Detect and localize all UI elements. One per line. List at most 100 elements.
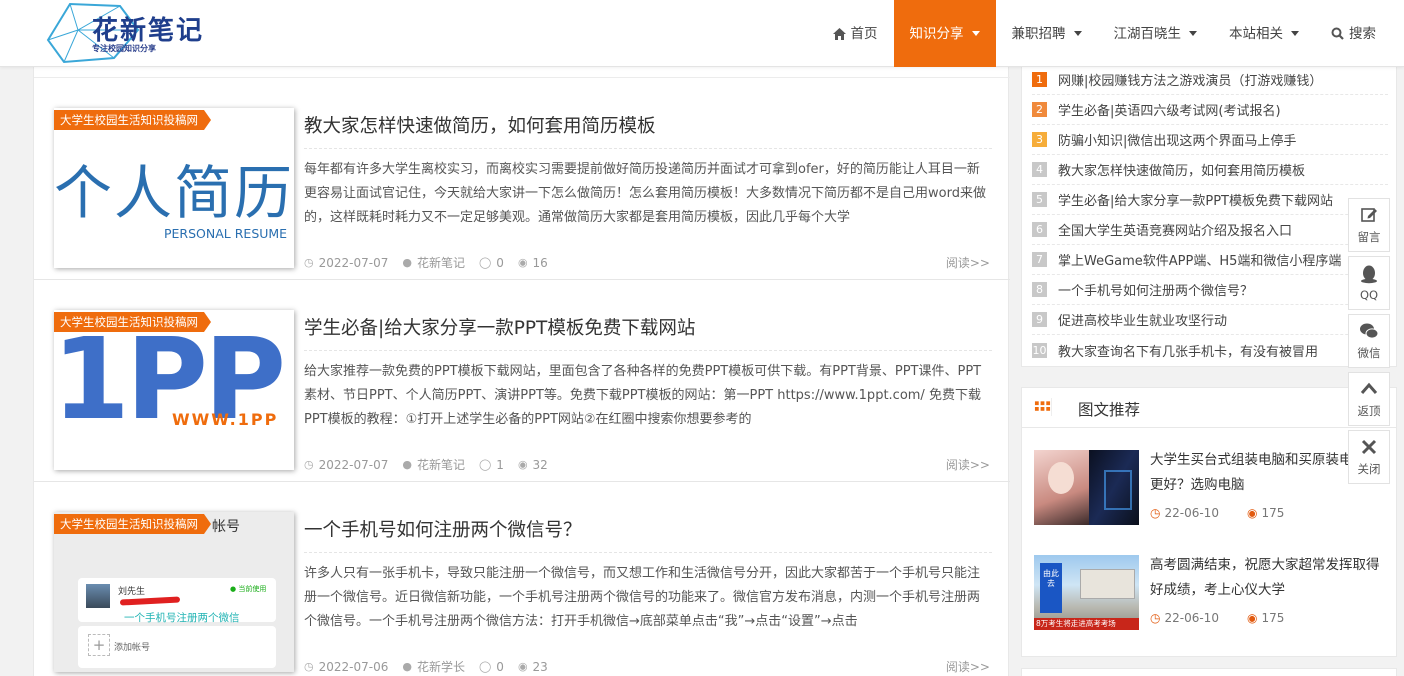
- rank-number: 8: [1032, 282, 1047, 297]
- recommend-item[interactable]: 大学生买台式组装电脑和买原装电脑谁更好？选购电脑 ◷ 22-06-10 ◉ 175: [1034, 450, 1386, 540]
- ranking-item[interactable]: 9 促进高校毕业生就业攻坚行动: [1032, 305, 1388, 335]
- float-close-button[interactable]: 关闭: [1348, 430, 1390, 484]
- rank-title[interactable]: 网赚|校园赚钱方法之游戏演员（打游戏赚钱）: [1058, 70, 1322, 89]
- divider: [304, 350, 992, 351]
- clock-icon: ◷: [304, 660, 314, 673]
- float-top-button[interactable]: 返顶: [1348, 372, 1390, 426]
- nav-home[interactable]: 首页: [817, 0, 894, 67]
- rank-title[interactable]: 学生必备|英语四六级考试网(考试报名): [1058, 100, 1281, 119]
- recommend-image[interactable]: 由此去 8万考生将走进高考考场: [1034, 555, 1139, 630]
- nav-jobs-label: 兼职招聘: [1011, 25, 1066, 42]
- nav-about[interactable]: 本站相关: [1213, 0, 1315, 67]
- read-more-link[interactable]: 阅读>>: [946, 254, 990, 271]
- post-meta: ◷ 2022-07-07 ● 花新笔记 ◯ 0 ◉ 16: [304, 254, 562, 271]
- ranking-item[interactable]: 7 掌上WeGame软件APP端、H5端和微信小程序端: [1032, 245, 1388, 275]
- recommend-views: 175: [1261, 611, 1285, 625]
- eye-icon: ◉: [517, 660, 528, 673]
- rank-number: 2: [1032, 102, 1047, 117]
- thumb-current-badge: ● 当前使用: [230, 585, 267, 593]
- logo-title: 花新笔记: [92, 16, 205, 46]
- ranking-item[interactable]: 5 学生必备|给大家分享一款PPT模板免费下载网站: [1032, 185, 1388, 215]
- float-close-label: 关闭: [1357, 462, 1381, 476]
- float-top-label: 返顶: [1357, 404, 1381, 418]
- category-tag[interactable]: 大学生校园生活知识投稿网: [54, 514, 211, 534]
- ranking-item[interactable]: 2 学生必备|英语四六级考试网(考试报名): [1032, 95, 1388, 125]
- float-message-button[interactable]: 留言: [1348, 198, 1390, 252]
- sidebar-widget: [1021, 668, 1397, 676]
- nav-search[interactable]: 搜索: [1315, 0, 1392, 67]
- rank-title[interactable]: 学生必备|给大家分享一款PPT模板免费下载网站: [1058, 190, 1333, 209]
- caret-down-icon: [971, 31, 980, 36]
- rank-number: 3: [1032, 132, 1047, 147]
- rank-number: 9: [1032, 312, 1047, 327]
- thumb-user-name: 刘先生: [118, 587, 146, 597]
- post-comments: 0: [496, 255, 504, 270]
- photo-glow: [1104, 470, 1132, 510]
- clock-icon: ◷: [304, 458, 314, 471]
- wechat-icon: [1360, 323, 1379, 339]
- photo-building: [1080, 569, 1135, 599]
- main-nav: 首页 知识分享 兼职招聘 江湖百晓生 本站相关 搜索: [817, 0, 1393, 67]
- clock-icon: ◷: [304, 256, 314, 269]
- post-comments: 0: [496, 659, 504, 674]
- rank-title[interactable]: 教大家怎样快速做简历，如何套用简历模板: [1058, 160, 1305, 179]
- eye-icon: ◉: [1246, 506, 1258, 520]
- post-thumbnail[interactable]: 大学生校园生活知识投稿网 个人简历 PERSONAL RESUME: [54, 108, 294, 268]
- post-thumbnail[interactable]: 大学生校园生活知识投稿网 帐号 刘先生 ● 当前使用 一个手机号注册两个微信 +…: [54, 512, 294, 672]
- eye-icon: ◉: [517, 458, 528, 471]
- post-title[interactable]: 学生必备|给大家分享一款PPT模板免费下载网站: [304, 314, 695, 340]
- read-more-link[interactable]: 阅读>>: [946, 658, 990, 675]
- recommend-item[interactable]: 由此去 8万考生将走进高考考场 高考圆满结束，祝愿大家超常发挥取得好成绩，考上心…: [1034, 555, 1386, 645]
- user-icon: ●: [402, 256, 412, 269]
- nav-knowledge-label: 知识分享: [909, 25, 964, 42]
- nav-jobs[interactable]: 兼职招聘: [996, 0, 1098, 67]
- post-author[interactable]: 花新笔记: [417, 254, 465, 271]
- ranking-item[interactable]: 10 教大家查询名下有几张手机卡，有没有被冒用: [1032, 335, 1388, 365]
- thumb-add-label: 添加帐号: [114, 643, 151, 653]
- read-more-link[interactable]: 阅读>>: [946, 456, 990, 473]
- rank-title[interactable]: 防骗小知识|微信出现这两个界面马上停手: [1058, 130, 1296, 149]
- rank-number: 6: [1032, 222, 1047, 237]
- nav-jianghu-label: 江湖百晓生: [1113, 25, 1182, 42]
- ranking-item[interactable]: 6 全国大学生英语竞赛网站介绍及报名入口: [1032, 215, 1388, 245]
- post-list: 大学生校园生活知识投稿网 个人简历 PERSONAL RESUME 教大家怎样快…: [33, 67, 1010, 676]
- recommend-image[interactable]: [1034, 450, 1139, 525]
- site-logo[interactable]: 花新笔记 专注校园知识分享: [42, 0, 274, 66]
- caret-down-icon: [1291, 31, 1299, 36]
- post-title[interactable]: 教大家怎样快速做简历，如何套用简历模板: [304, 112, 656, 138]
- rank-number: 10: [1032, 342, 1047, 358]
- rank-title[interactable]: 全国大学生英语竞赛网站介绍及报名入口: [1058, 220, 1292, 239]
- caret-down-icon: [1189, 31, 1197, 36]
- chevron-up-icon: [1360, 382, 1378, 394]
- float-message-label: 留言: [1357, 230, 1381, 244]
- nav-jianghu[interactable]: 江湖百晓生: [1098, 0, 1214, 67]
- nav-knowledge[interactable]: 知识分享: [893, 0, 996, 67]
- rank-number: 4: [1032, 162, 1047, 177]
- ranking-item[interactable]: 3 防骗小知识|微信出现这两个界面马上停手: [1032, 125, 1388, 155]
- recommend-widget: 图文推荐 大学生买台式组装电脑和买原装电脑谁更好？选购电脑 ◷ 22-06-10 …: [1021, 387, 1397, 657]
- rank-title[interactable]: 一个手机号如何注册两个微信号？: [1058, 280, 1253, 299]
- post-author[interactable]: 花新笔记: [417, 456, 465, 473]
- category-tag[interactable]: 大学生校园生活知识投稿网: [54, 110, 211, 130]
- category-tag[interactable]: 大学生校园生活知识投稿网: [54, 312, 211, 332]
- recommend-item-title[interactable]: 高考圆满结束，祝愿大家超常发挥取得好成绩，考上心仪大学: [1150, 553, 1386, 603]
- thumb-avatar: [86, 584, 110, 608]
- float-qq-button[interactable]: QQ: [1348, 256, 1390, 310]
- post-views: 32: [532, 457, 548, 472]
- post-thumbnail[interactable]: 大学生校园生活知识投稿网 1PP WWW.1PP: [54, 310, 294, 470]
- comment-icon: ◯: [478, 458, 492, 471]
- rank-title[interactable]: 掌上WeGame软件APP端、H5端和微信小程序端: [1058, 250, 1341, 269]
- float-wechat-button[interactable]: 微信: [1348, 314, 1390, 368]
- divider: [304, 552, 992, 553]
- rank-title[interactable]: 促进高校毕业生就业攻坚行动: [1058, 310, 1227, 329]
- post-author[interactable]: 花新学长: [417, 658, 465, 675]
- photo-caption: 8万考生将走进高考考场: [1036, 619, 1116, 628]
- ranking-item[interactable]: 8 一个手机号如何注册两个微信号？: [1032, 275, 1388, 305]
- ranking-item[interactable]: 4 教大家怎样快速做简历，如何套用简历模板: [1032, 155, 1388, 185]
- post-excerpt: 给大家推荐一款免费的PPT模板下载网站，里面包含了各种各样的免费PPT模板可供下…: [304, 364, 982, 427]
- home-icon: [832, 27, 846, 40]
- rank-title[interactable]: 教大家查询名下有几张手机卡，有没有被冒用: [1058, 341, 1318, 360]
- post-title[interactable]: 一个手机号如何注册两个微信号？: [304, 516, 582, 542]
- user-icon: ●: [402, 458, 412, 471]
- ranking-item[interactable]: 1 网赚|校园赚钱方法之游戏演员（打游戏赚钱）: [1032, 65, 1388, 95]
